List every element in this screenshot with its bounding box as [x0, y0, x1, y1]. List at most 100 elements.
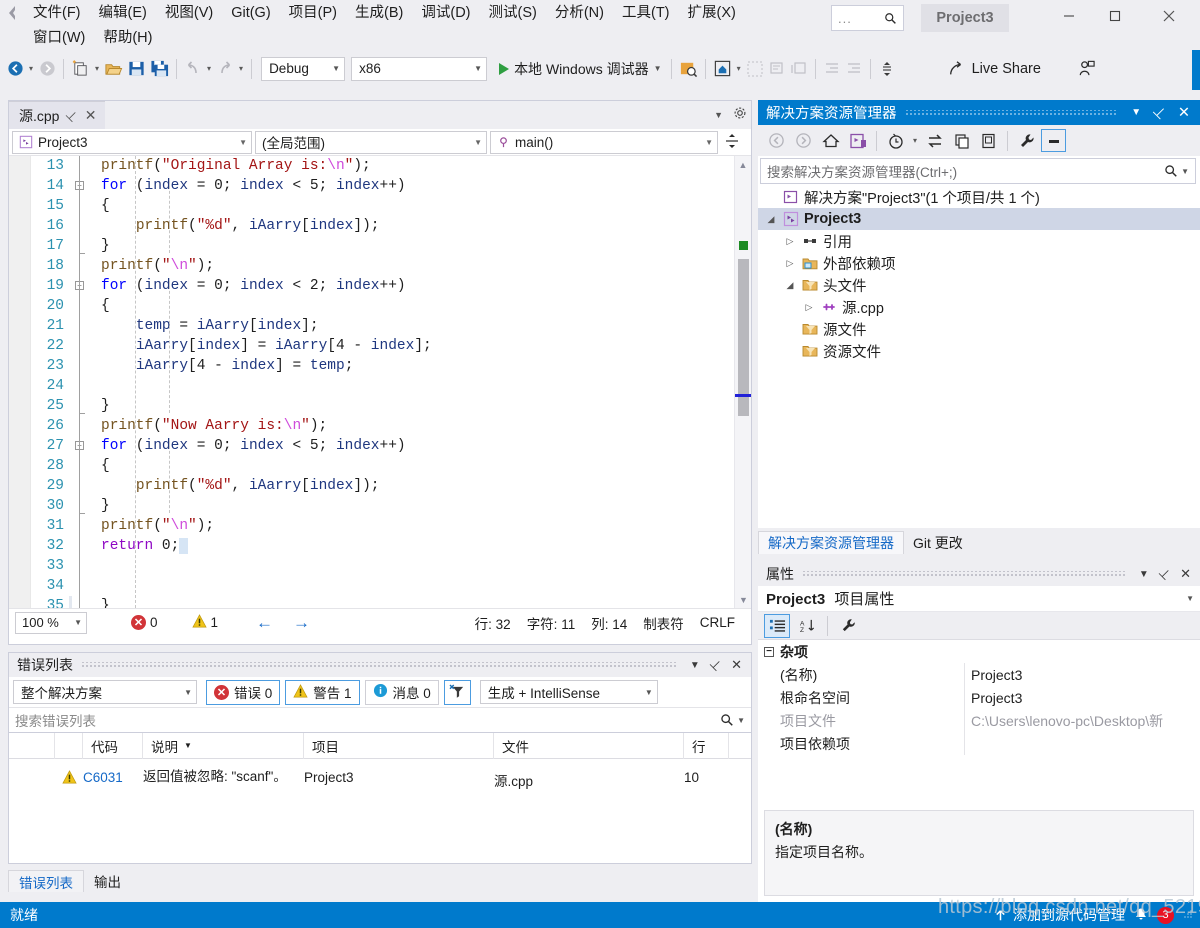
properties-grid[interactable]: − 杂项 (名称) Project3 根命名空间 Project3 项目文件 C:\Users…	[758, 640, 1200, 755]
close-icon[interactable]: ✕	[1172, 105, 1196, 121]
pending-changes-dropdown-icon[interactable]: ▾	[910, 136, 920, 145]
property-value[interactable]: Project3	[965, 667, 1200, 683]
property-category-row[interactable]: − 杂项	[758, 640, 1200, 663]
error-scope-combo[interactable]: 整个解决方案 ▼	[13, 680, 197, 704]
redo-button[interactable]	[214, 57, 236, 81]
menu-edit[interactable]: 编辑(E)	[90, 1, 156, 25]
start-debugging-button[interactable]: 本地 Windows 调试器 ▼	[495, 57, 666, 81]
collapse-icon[interactable]: −	[764, 646, 774, 657]
pin-icon[interactable]: ⊥	[702, 652, 728, 678]
navigate-backward-button[interactable]	[4, 57, 26, 81]
notification-count-badge[interactable]: 3	[1157, 906, 1174, 924]
chevron-down-icon[interactable]: ▼	[1134, 569, 1154, 580]
code-text-area[interactable]: 13 14 15 16 17 18 19 20 21 22 23 24 25 26 27 28 29 30 31 32…	[9, 156, 751, 608]
twisty-icon[interactable]: ▷	[783, 258, 797, 269]
new-project-dropdown-icon[interactable]: ▾	[92, 64, 102, 73]
code-line[interactable]: for (index = 0; index < 5; index++)	[101, 176, 751, 196]
code-line[interactable]: printf("Original Array is:\n");	[101, 156, 751, 176]
close-icon[interactable]: ✕	[85, 107, 97, 124]
tree-item-3[interactable]: ▷ 外部依赖项	[758, 252, 1200, 274]
tab-error-list[interactable]: 错误列表	[8, 870, 84, 892]
project-scope-combo[interactable]: Project3 ▼	[12, 130, 252, 154]
line-spacing-button[interactable]	[876, 57, 898, 81]
decrease-indent-button[interactable]	[821, 57, 843, 81]
menu-tools[interactable]: 工具(T)	[613, 1, 679, 25]
table-row[interactable]: C6031 返回值被忽略: "scanf"。 Project3 源.cpp 10	[9, 759, 751, 790]
chevron-down-icon[interactable]: ▼	[1181, 167, 1189, 176]
property-row[interactable]: 项目文件 C:\Users\lenovo-pc\Desktop\新	[758, 709, 1200, 732]
code-line[interactable]: }	[101, 396, 751, 416]
redo-dropdown-icon[interactable]: ▾	[236, 64, 246, 73]
editor-vertical-scrollbar[interactable]: ▲ ▼	[734, 156, 751, 608]
menu-file[interactable]: 文件(F)	[24, 1, 90, 25]
property-value[interactable]: Project3	[965, 690, 1200, 706]
save-all-button[interactable]	[148, 57, 171, 81]
increase-indent-button[interactable]	[843, 57, 865, 81]
tree-item-7[interactable]: 资源文件	[758, 340, 1200, 362]
outlining-margin[interactable]: − − −	[69, 156, 95, 608]
code-line[interactable]: printf("%d", iAarry[index]);	[101, 476, 751, 496]
code-line[interactable]: printf("\n");	[101, 516, 751, 536]
refresh-button[interactable]	[949, 129, 974, 152]
filter-messages-button[interactable]: 消息 0	[364, 679, 439, 705]
switch-views-button[interactable]	[845, 129, 870, 152]
split-view-button[interactable]	[724, 133, 740, 152]
add-to-source-control-button[interactable]: 添加到源代码管理	[993, 905, 1125, 925]
column-header-project[interactable]: 项目	[304, 732, 494, 759]
code-line[interactable]: return 0;	[101, 536, 751, 556]
uncomment-selection-button[interactable]	[788, 57, 810, 81]
chevron-down-icon[interactable]: ▼	[737, 716, 745, 725]
source-code-lines[interactable]: printf("Original Array is:\n"); for (inde…	[95, 156, 751, 608]
code-line[interactable]: {	[101, 296, 751, 316]
twisty-icon[interactable]: ◢	[764, 214, 778, 225]
collapse-all-button[interactable]	[1041, 129, 1067, 152]
row-code[interactable]: C6031	[83, 767, 143, 785]
toggle-outlining-button[interactable]	[744, 57, 766, 81]
document-tab-source-cpp[interactable]: 源.cpp ⊥ ✕	[9, 101, 105, 129]
menu-test[interactable]: 测试(S)	[480, 1, 546, 25]
property-pages-button[interactable]	[835, 614, 861, 638]
live-share-button[interactable]: Live Share	[942, 56, 1047, 82]
close-icon[interactable]: ✕	[726, 657, 747, 673]
property-value[interactable]: C:\Users\lenovo-pc\Desktop\新	[965, 711, 1200, 731]
undo-button[interactable]	[182, 57, 204, 81]
column-header-line[interactable]: 行	[684, 732, 729, 759]
tab-git-changes[interactable]: Git 更改	[904, 531, 972, 554]
error-list-search[interactable]: 搜索错误列表 ▼	[9, 707, 751, 733]
minimize-button[interactable]	[1046, 0, 1092, 32]
undo-dropdown-icon[interactable]: ▾	[204, 64, 214, 73]
column-header-file[interactable]: 文件	[494, 732, 684, 759]
code-line[interactable]: temp = iAarry[index];	[101, 316, 751, 336]
menu-project[interactable]: 项目(P)	[280, 1, 346, 25]
tree-item-6[interactable]: 源文件	[758, 318, 1200, 340]
navigate-forward-button[interactable]	[36, 57, 58, 81]
chevron-down-icon[interactable]: ▼	[1125, 107, 1147, 118]
zoom-level-combo[interactable]: 100 % ▼	[15, 611, 87, 634]
chevron-down-icon[interactable]: ▼	[685, 660, 705, 671]
code-line[interactable]: }	[101, 236, 751, 256]
pending-changes-button[interactable]	[883, 129, 908, 152]
code-line[interactable]: }	[101, 596, 751, 608]
menu-help[interactable]: 帮助(H)	[94, 26, 161, 50]
type-scope-combo[interactable]: (全局范围) ▼	[255, 130, 487, 154]
code-line[interactable]: printf("Now Aarry is:\n");	[101, 416, 751, 436]
code-line[interactable]	[101, 376, 751, 396]
clear-filter-button[interactable]	[443, 679, 471, 705]
build-intellisense-combo[interactable]: 生成 + IntelliSense ▼	[479, 680, 658, 704]
menu-git[interactable]: Git(G)	[222, 1, 279, 25]
back-chevron-icon[interactable]	[4, 2, 20, 24]
property-row[interactable]: 项目依赖项	[758, 732, 1200, 755]
code-line[interactable]: iAarry[index] = iAarry[4 - index];	[101, 336, 751, 356]
editor-error-count[interactable]: ✕ 0	[123, 615, 166, 630]
tab-output[interactable]: 输出	[84, 870, 131, 892]
editor-warning-count[interactable]: 1	[184, 614, 227, 631]
breakpoint-margin[interactable]	[9, 156, 31, 608]
hot-reload-button[interactable]	[711, 57, 734, 81]
menu-analyze[interactable]: 分析(N)	[546, 1, 613, 25]
filter-errors-button[interactable]: ✕ 错误 0	[206, 679, 281, 705]
pin-icon[interactable]: ⊥	[62, 106, 82, 125]
twisty-icon[interactable]: ◢	[783, 280, 797, 291]
property-row[interactable]: (名称) Project3	[758, 663, 1200, 686]
menu-build[interactable]: 生成(B)	[346, 1, 412, 25]
twisty-icon[interactable]: ▷	[783, 236, 797, 247]
